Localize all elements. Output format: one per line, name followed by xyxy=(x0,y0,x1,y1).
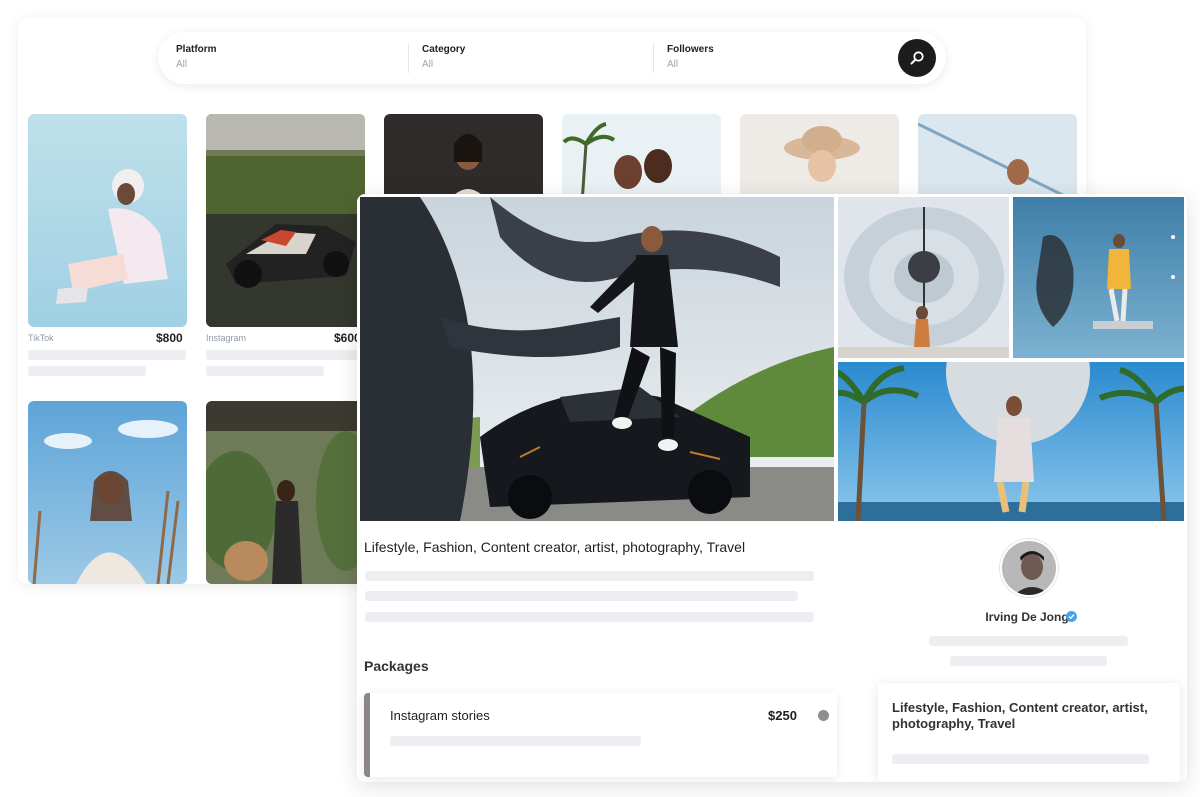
listing-photo-woman-garden[interactable] xyxy=(206,401,365,584)
skeleton-line xyxy=(892,754,1149,764)
creator-profile-card: Lifestyle, Fashion, Content creator, art… xyxy=(357,194,1187,782)
filter-search-bar: Platform All Category All Followers All xyxy=(158,32,946,84)
category-filter[interactable]: Category All xyxy=(422,44,465,70)
platform-filter-value: All xyxy=(176,59,188,70)
skeleton-line xyxy=(365,591,798,601)
filter-divider xyxy=(408,43,409,73)
platform-filter[interactable]: Platform All xyxy=(176,44,217,70)
packages-heading: Packages xyxy=(364,658,429,674)
gallery-photo-reflection[interactable] xyxy=(1013,197,1184,358)
listing-photo-tiktok-creator[interactable] xyxy=(28,114,187,327)
listing-price: $800 xyxy=(156,331,183,345)
creator-categories: Lifestyle, Fashion, Content creator, art… xyxy=(892,700,1148,731)
creator-categories-card: Lifestyle, Fashion, Content creator, art… xyxy=(878,683,1180,782)
followers-filter[interactable]: Followers All xyxy=(667,44,714,70)
platform-filter-label: Platform xyxy=(176,44,217,55)
followers-filter-value: All xyxy=(667,59,679,70)
skeleton-line xyxy=(929,636,1128,646)
package-name: Instagram stories xyxy=(390,708,490,723)
avatar[interactable] xyxy=(1000,539,1058,597)
package-price: $250 xyxy=(768,708,797,723)
followers-filter-label: Followers xyxy=(667,44,714,55)
gallery-photo-tunnel[interactable] xyxy=(838,197,1009,358)
search-button[interactable] xyxy=(898,39,936,77)
listing-photo-portrait-woman[interactable] xyxy=(384,114,543,204)
listing-platform: TikTok xyxy=(28,333,54,343)
skeleton-line xyxy=(206,366,324,376)
listing-photo-race-car[interactable] xyxy=(206,114,365,327)
package-select-radio[interactable] xyxy=(818,710,829,721)
category-filter-value: All xyxy=(422,59,434,70)
search-icon xyxy=(910,51,924,65)
skeleton-line xyxy=(365,571,814,581)
skeleton-line xyxy=(365,612,814,622)
gallery-photo-moon-palms[interactable] xyxy=(838,362,1184,521)
creator-name[interactable]: Irving De Jong xyxy=(977,610,1077,624)
listing-photo-hat-woman[interactable] xyxy=(740,114,899,204)
skeleton-line xyxy=(206,350,364,360)
category-filter-label: Category xyxy=(422,44,466,55)
listing-platform: Instagram xyxy=(206,333,247,343)
listing-photo-woman-sky[interactable] xyxy=(28,401,187,584)
skeleton-line xyxy=(390,736,641,746)
listing-photo-man-cable[interactable] xyxy=(918,114,1077,204)
filter-divider xyxy=(653,43,654,73)
package-card[interactable]: Instagram stories $250 xyxy=(364,693,837,777)
listing-photo-couple-beach[interactable] xyxy=(562,114,721,204)
skeleton-line xyxy=(28,366,146,376)
verified-badge-icon xyxy=(1066,611,1077,622)
profile-categories: Lifestyle, Fashion, Content creator, art… xyxy=(364,539,746,555)
skeleton-line xyxy=(950,656,1107,666)
profile-hero-photo[interactable] xyxy=(360,197,834,521)
skeleton-line xyxy=(28,350,186,360)
